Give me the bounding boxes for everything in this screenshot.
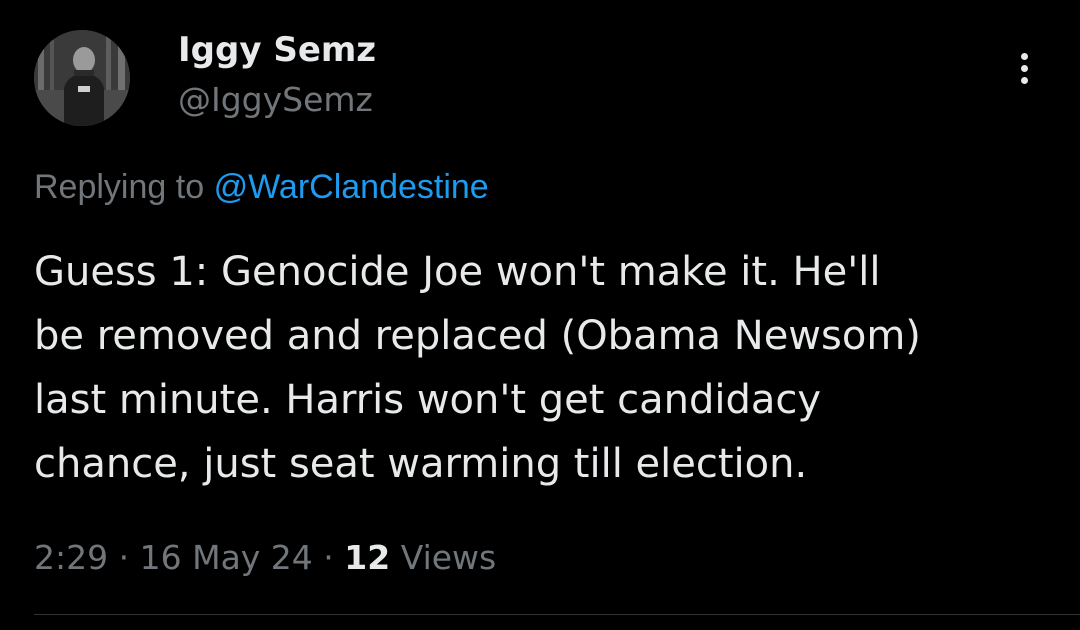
reply-mention-link[interactable]: @WarClandestine — [214, 168, 489, 206]
replying-to: Replying to @WarClandestine — [34, 166, 489, 208]
replying-to-label: Replying to — [34, 168, 205, 206]
tweet-metadata: 2:29 · 16 May 24 · 12 Views — [34, 536, 496, 580]
more-icon-dot — [1020, 76, 1028, 84]
tweet-date[interactable]: 16 May 24 — [140, 538, 313, 577]
tweet-text: Guess 1: Genocide Joe won't make it. He'… — [34, 249, 921, 487]
tweet-time[interactable]: 2:29 — [34, 538, 108, 577]
meta-separator: · — [323, 538, 334, 577]
more-icon[interactable] — [1004, 46, 1044, 90]
author-handle[interactable]: @IggySemz — [178, 80, 373, 120]
more-icon-dot — [1020, 52, 1028, 60]
avatar[interactable] — [34, 30, 130, 126]
views-count: 12 — [344, 538, 391, 577]
tweet-detail: Iggy Semz @IggySemz Replying to @WarClan… — [0, 0, 1080, 630]
profile-photo-image — [34, 30, 130, 126]
divider — [34, 614, 1080, 615]
views-label: Views — [400, 538, 497, 577]
more-icon-dot — [1020, 64, 1028, 72]
author-display-name[interactable]: Iggy Semz — [178, 30, 376, 70]
meta-separator: · — [118, 538, 130, 577]
